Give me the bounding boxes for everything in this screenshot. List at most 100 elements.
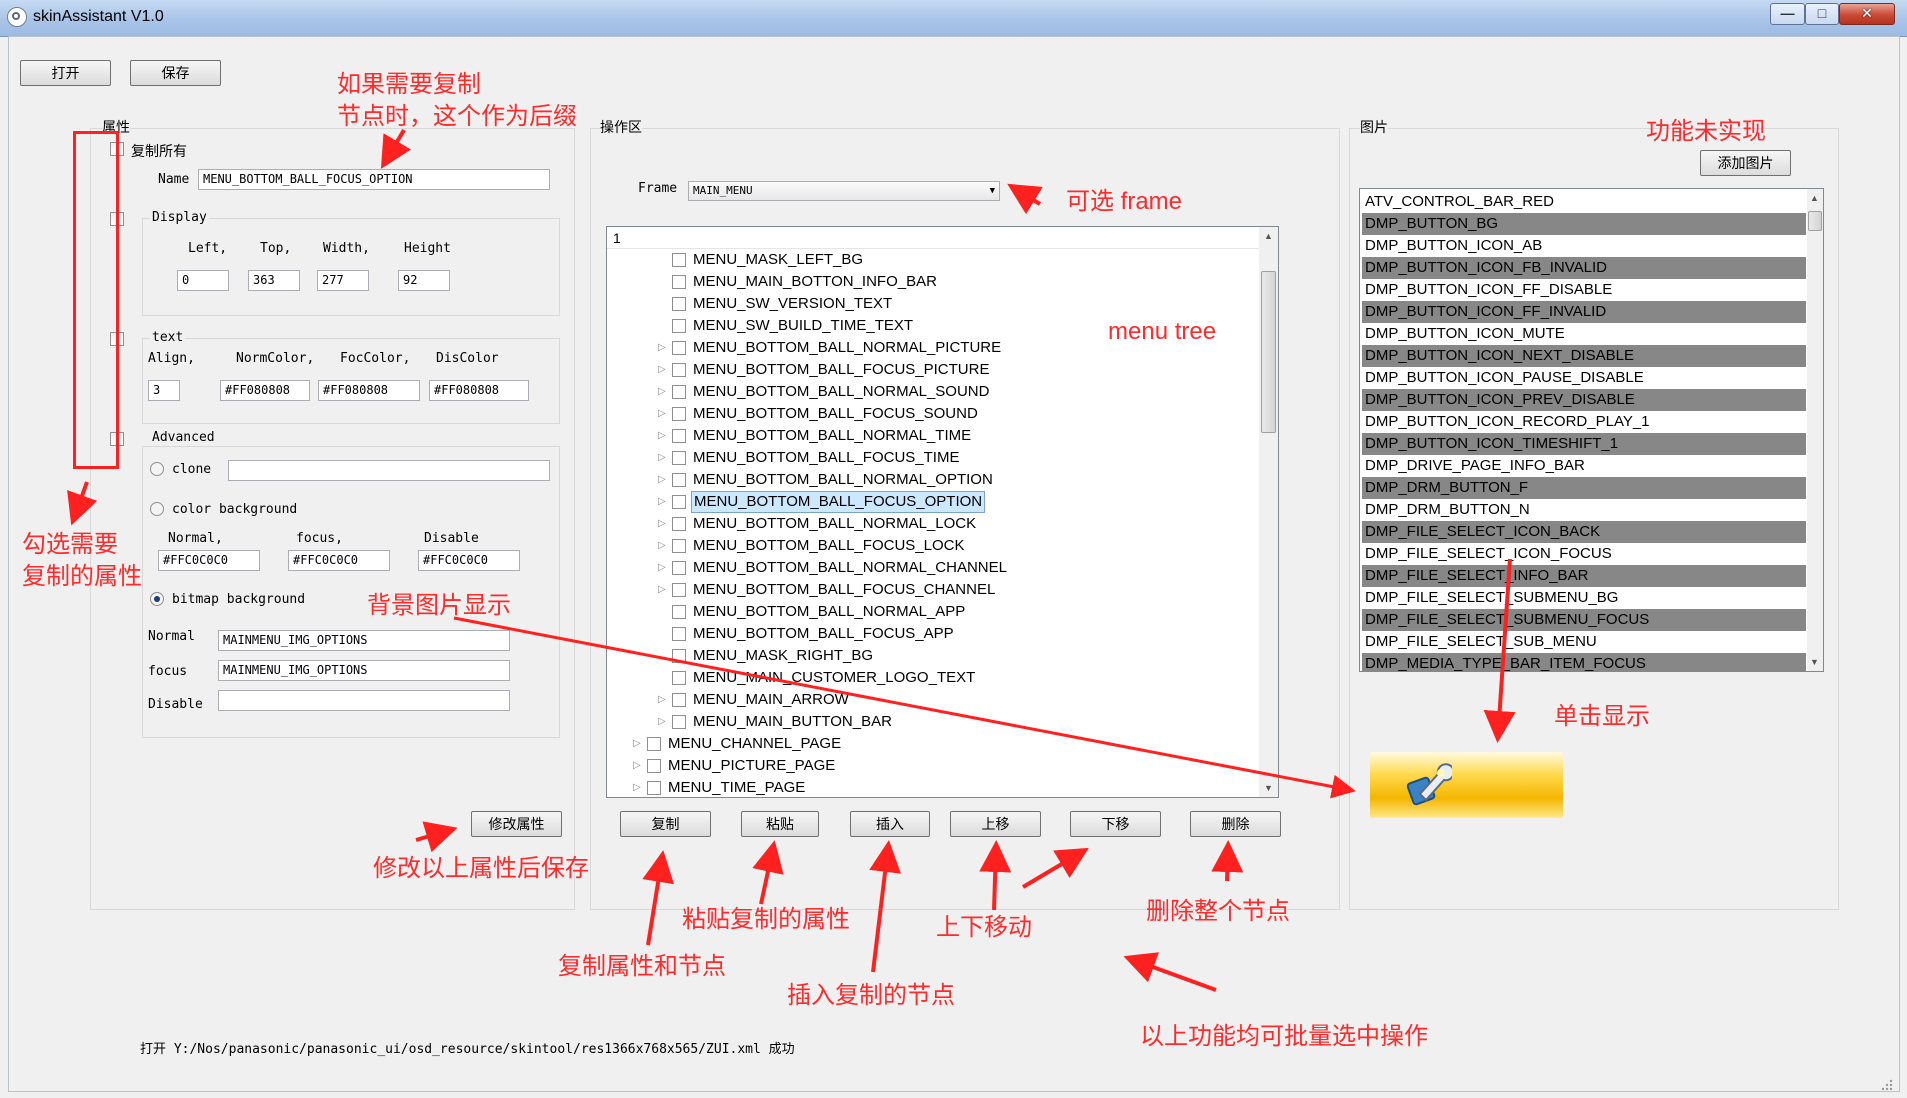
tree-item-checkbox[interactable]	[672, 297, 686, 311]
expand-arrow-icon[interactable]: ▷	[658, 491, 668, 513]
move-down-button[interactable]: 下移	[1070, 811, 1161, 837]
color-normal-input[interactable]: #FFC0C0C0	[158, 550, 260, 571]
expand-arrow-icon[interactable]: ▷	[658, 579, 668, 601]
color-background-radio[interactable]	[150, 502, 164, 516]
paste-button[interactable]: 粘贴	[741, 811, 819, 837]
tree-scrollbar[interactable]: ▲ ▼	[1259, 227, 1278, 797]
image-list-scrollbar[interactable]: ▲ ▼	[1807, 189, 1823, 671]
maximize-button[interactable]: □	[1805, 3, 1839, 25]
tree-item-checkbox[interactable]	[672, 407, 686, 421]
expand-arrow-icon[interactable]: ▷	[658, 381, 668, 403]
name-input[interactable]: MENU_BOTTOM_BALL_FOCUS_OPTION	[198, 169, 550, 190]
image-list-item[interactable]: DMP_FILE_SELECT_SUBMENU_FOCUS	[1362, 609, 1806, 631]
image-list-item[interactable]: DMP_DRM_BUTTON_N	[1362, 499, 1806, 521]
tree-item-checkbox[interactable]	[672, 715, 686, 729]
expand-arrow-icon[interactable]: ▷	[658, 425, 668, 447]
tree-item-checkbox[interactable]	[672, 495, 686, 509]
image-list-item[interactable]: DMP_FILE_SELECT_ICON_FOCUS	[1362, 543, 1806, 565]
tree-item-checkbox[interactable]	[672, 649, 686, 663]
expand-arrow-icon[interactable]: ▷	[633, 755, 643, 777]
discolor-input[interactable]: #FF080808	[429, 380, 529, 401]
save-button[interactable]: 保存	[130, 60, 221, 86]
bitmap-normal-input[interactable]: MAINMENU_IMG_OPTIONS	[218, 630, 510, 651]
image-list-item[interactable]: DMP_FILE_SELECT_SUB_MENU	[1362, 631, 1806, 653]
bitmap-focus-input[interactable]: MAINMENU_IMG_OPTIONS	[218, 660, 510, 681]
image-list-item[interactable]: DMP_BUTTON_BG	[1362, 213, 1806, 235]
tree-item-checkbox[interactable]	[672, 363, 686, 377]
expand-arrow-icon[interactable]: ▷	[633, 777, 643, 797]
tree-item-checkbox[interactable]	[672, 627, 686, 641]
image-list-item[interactable]: DMP_FILE_SELECT_SUBMENU_BG	[1362, 587, 1806, 609]
tree-item-checkbox[interactable]	[672, 583, 686, 597]
minimize-button[interactable]: —	[1770, 3, 1805, 25]
scroll-up-icon[interactable]: ▲	[1264, 231, 1273, 241]
expand-arrow-icon[interactable]: ▷	[658, 711, 668, 733]
modify-properties-button[interactable]: 修改属性	[471, 811, 562, 837]
image-list-item[interactable]: DMP_DRM_BUTTON_F	[1362, 477, 1806, 499]
clone-radio[interactable]	[150, 462, 164, 476]
height-input[interactable]: 92	[398, 270, 450, 291]
expand-arrow-icon[interactable]: ▷	[658, 403, 668, 425]
color-focus-input[interactable]: #FFC0C0C0	[288, 550, 390, 571]
copy-button[interactable]: 复制	[620, 811, 711, 837]
expand-arrow-icon[interactable]: ▷	[658, 557, 668, 579]
image-list-item[interactable]: ATV_CONTROL_BAR_RED	[1362, 191, 1806, 213]
image-scroll-thumb[interactable]	[1808, 211, 1822, 231]
frame-select[interactable]: MAIN_MENU ▼	[688, 181, 1000, 201]
color-disable-input[interactable]: #FFC0C0C0	[418, 550, 520, 571]
foccolor-input[interactable]: #FF080808	[318, 380, 420, 401]
image-list[interactable]: ATV_CONTROL_BAR_RED DMP_BUTTON_BG DMP_BUTT…	[1359, 188, 1824, 672]
image-list-item[interactable]: DMP_BUTTON_ICON_AB	[1362, 235, 1806, 257]
image-list-item[interactable]: DMP_BUTTON_ICON_NEXT_DISABLE	[1362, 345, 1806, 367]
image-list-item[interactable]: DMP_BUTTON_ICON_FB_INVALID	[1362, 257, 1806, 279]
expand-arrow-icon[interactable]: ▷	[633, 733, 643, 755]
image-list-item[interactable]: DMP_MEDIA_TYPE_BAR_ITEM_FOCUS	[1362, 653, 1806, 671]
tree-item-checkbox[interactable]	[672, 319, 686, 333]
image-list-item[interactable]: DMP_BUTTON_ICON_TIMESHIFT_1	[1362, 433, 1806, 455]
tree-item-checkbox[interactable]	[672, 671, 686, 685]
add-image-button[interactable]: 添加图片	[1700, 150, 1791, 176]
scroll-up-icon[interactable]: ▲	[1810, 193, 1819, 203]
tree-item-checkbox[interactable]	[672, 693, 686, 707]
close-button[interactable]: ✕	[1839, 3, 1895, 25]
normcolor-input[interactable]: #FF080808	[220, 380, 310, 401]
expand-arrow-icon[interactable]: ▷	[658, 337, 668, 359]
bitmap-background-radio[interactable]	[150, 592, 164, 606]
align-input[interactable]: 3	[148, 380, 180, 401]
menu-tree[interactable]: 1 MENU_MASK_LEFT_BG MENU_MAIN_BOTTON_INFO…	[606, 226, 1279, 798]
move-up-button[interactable]: 上移	[950, 811, 1041, 837]
image-list-item[interactable]: DMP_BUTTON_ICON_PAUSE_DISABLE	[1362, 367, 1806, 389]
open-button[interactable]: 打开	[20, 60, 111, 86]
tree-item-checkbox[interactable]	[672, 605, 686, 619]
width-input[interactable]: 277	[317, 270, 369, 291]
clone-input[interactable]	[228, 460, 550, 481]
delete-button[interactable]: 删除	[1190, 811, 1281, 837]
tree-item-checkbox[interactable]	[672, 429, 686, 443]
tree-item-checkbox[interactable]	[672, 473, 686, 487]
tree-item-checkbox[interactable]	[672, 253, 686, 267]
expand-arrow-icon[interactable]: ▷	[658, 447, 668, 469]
image-list-item[interactable]: DMP_BUTTON_ICON_MUTE	[1362, 323, 1806, 345]
expand-arrow-icon[interactable]: ▷	[658, 513, 668, 535]
tree-item-checkbox[interactable]	[672, 517, 686, 531]
tree-item-checkbox[interactable]	[672, 275, 686, 289]
image-list-item[interactable]: DMP_BUTTON_ICON_PREV_DISABLE	[1362, 389, 1806, 411]
tree-item-checkbox[interactable]	[647, 781, 661, 795]
insert-button[interactable]: 插入	[850, 811, 930, 837]
image-list-item[interactable]: DMP_FILE_SELECT_ICON_BACK	[1362, 521, 1806, 543]
scroll-down-icon[interactable]: ▼	[1810, 657, 1819, 667]
expand-arrow-icon[interactable]: ▷	[658, 535, 668, 557]
image-list-item[interactable]: DMP_BUTTON_ICON_FF_DISABLE	[1362, 279, 1806, 301]
resize-grip-icon[interactable]	[1880, 1078, 1894, 1092]
bitmap-disable-input[interactable]	[218, 690, 510, 711]
tree-item-checkbox[interactable]	[647, 759, 661, 773]
tree-scroll-thumb[interactable]	[1261, 271, 1276, 433]
tree-item-checkbox[interactable]	[647, 737, 661, 751]
tree-item-checkbox[interactable]	[672, 341, 686, 355]
expand-arrow-icon[interactable]: ▷	[658, 689, 668, 711]
image-list-item[interactable]: DMP_BUTTON_ICON_RECORD_PLAY_1	[1362, 411, 1806, 433]
image-list-item[interactable]: DMP_BUTTON_ICON_FF_INVALID	[1362, 301, 1806, 323]
top-input[interactable]: 363	[248, 270, 300, 291]
title-bar[interactable]: skinAssistant V1.0 — □ ✕	[0, 0, 1907, 37]
scroll-down-icon[interactable]: ▼	[1264, 783, 1273, 793]
